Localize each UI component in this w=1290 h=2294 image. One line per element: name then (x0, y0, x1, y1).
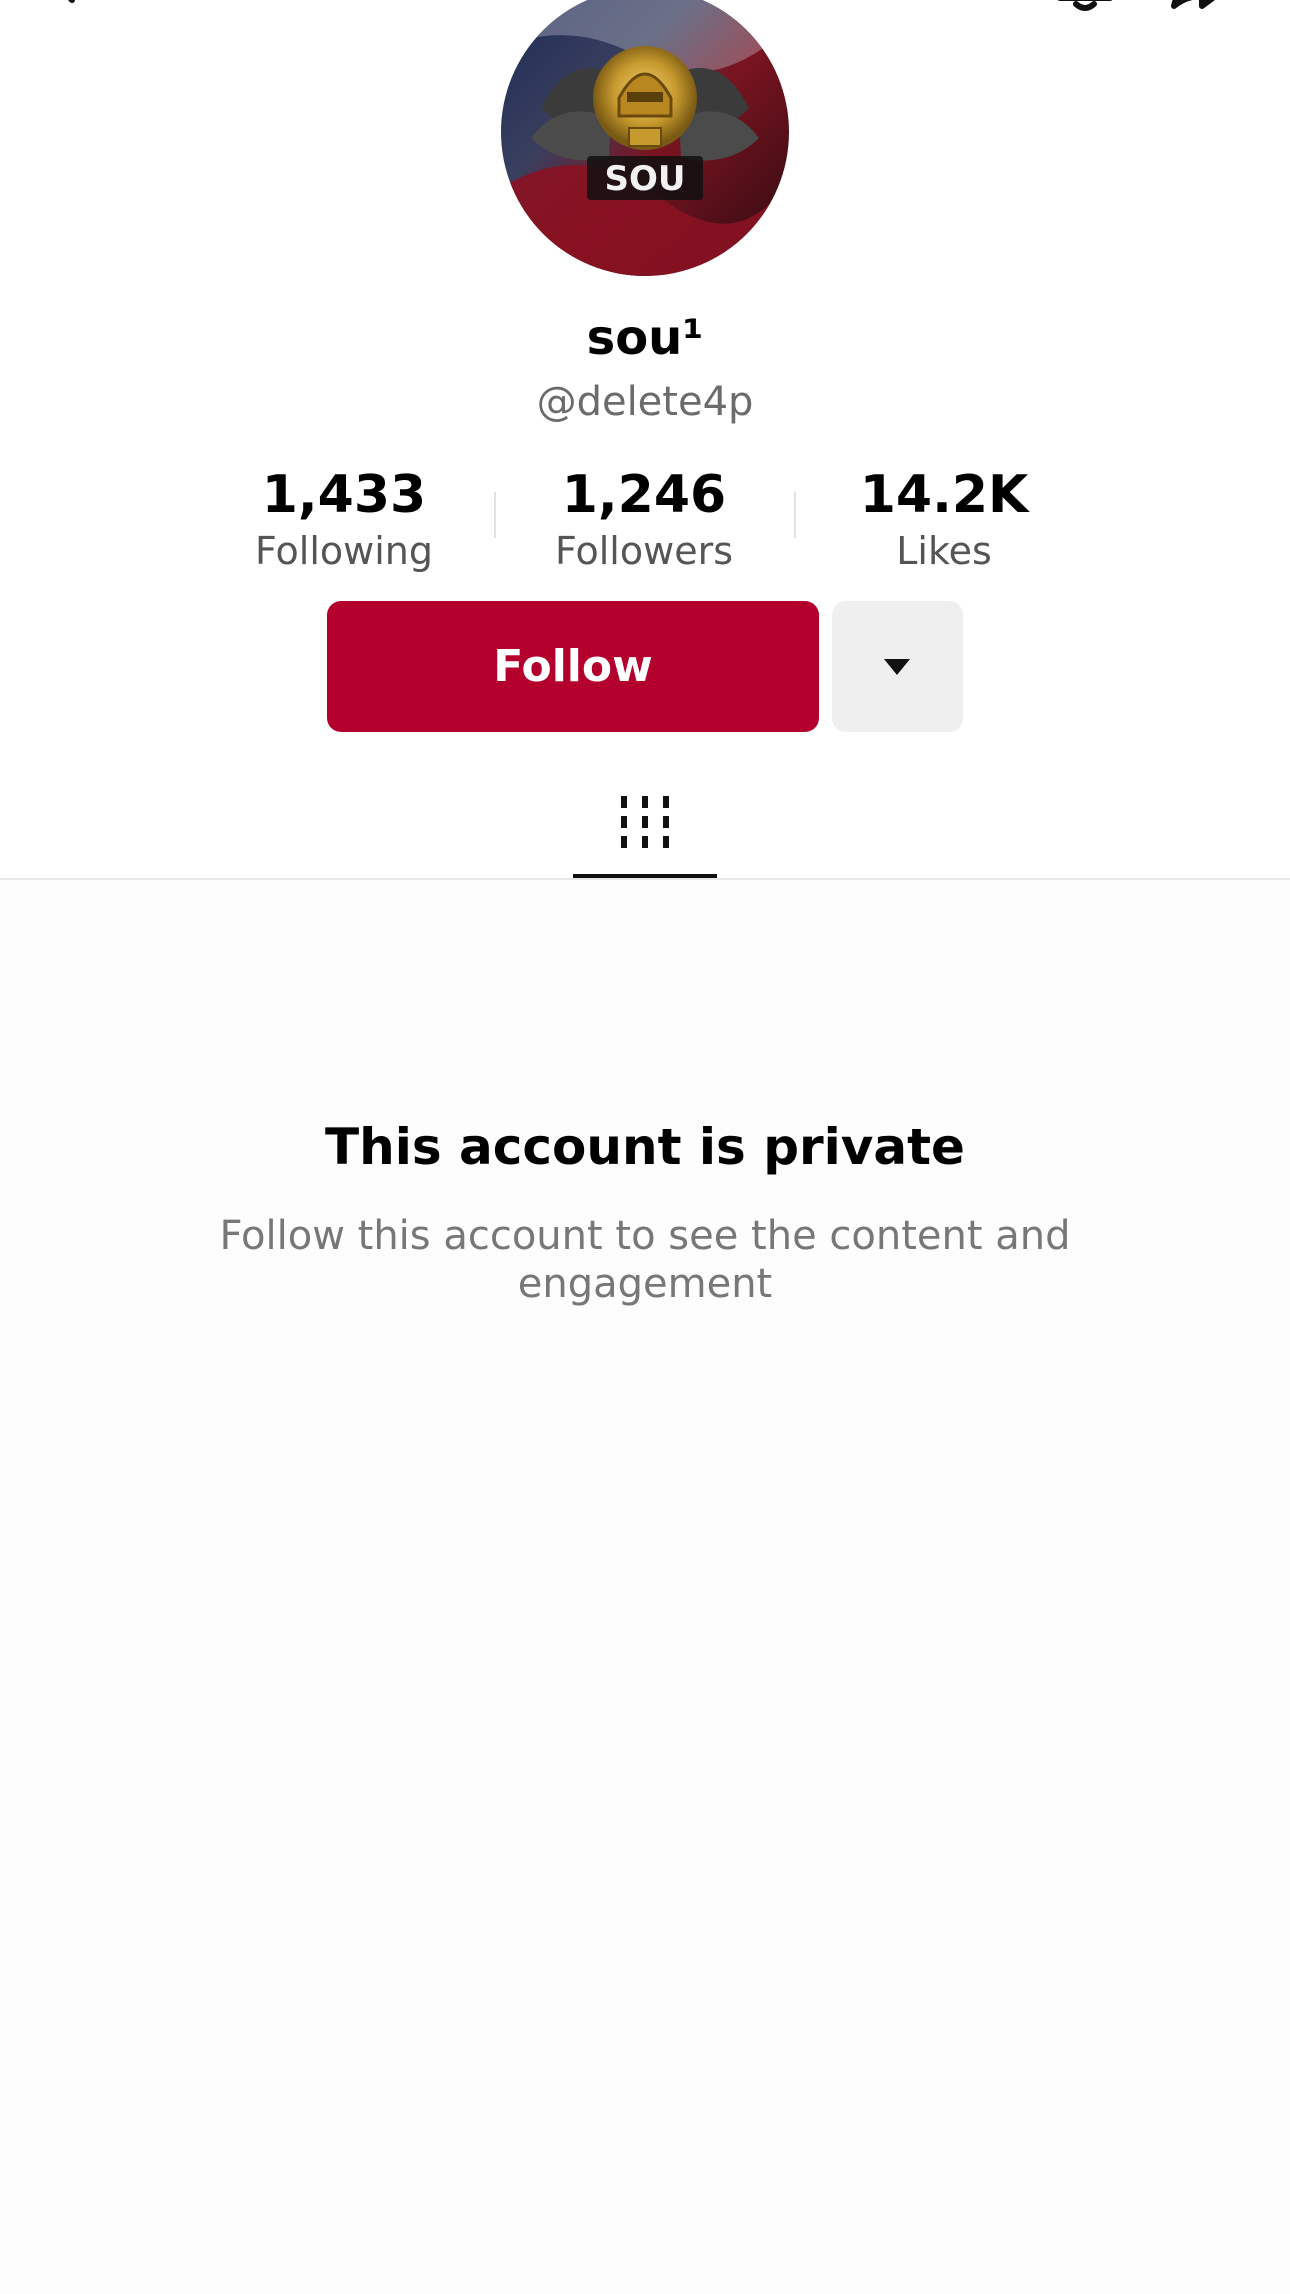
following-label: Following (255, 529, 433, 573)
private-title: This account is private (325, 1118, 965, 1176)
back-button[interactable] (44, 0, 104, 20)
likes-label: Likes (896, 529, 992, 573)
avatar[interactable]: SOU (501, 0, 789, 276)
followers-count: 1,246 (561, 465, 727, 525)
caret-down-icon (884, 659, 910, 675)
bell-icon (1057, 0, 1113, 11)
stat-followers[interactable]: 1,246 Followers (494, 462, 794, 574)
share-icon (1171, 0, 1215, 9)
more-options-button[interactable] (832, 601, 963, 732)
display-name: sou¹ (586, 310, 704, 366)
username: @delete4p (536, 379, 754, 425)
stat-likes[interactable]: 14.2K Likes (794, 462, 1094, 574)
stat-following[interactable]: 1,433 Following (194, 462, 494, 574)
avatar-image: SOU (501, 0, 789, 276)
video-grid-icon (621, 796, 669, 848)
follow-button[interactable]: Follow (327, 601, 819, 732)
notifications-button[interactable] (1050, 0, 1120, 24)
likes-count: 14.2K (859, 465, 1029, 525)
following-count: 1,433 (261, 465, 427, 525)
back-arrow-icon (67, 0, 75, 3)
followers-label: Followers (555, 529, 733, 573)
tab-divider (0, 878, 1290, 880)
svg-text:SOU: SOU (605, 159, 686, 199)
private-description: Follow this account to see the content a… (219, 1213, 1071, 1307)
share-button[interactable] (1164, 0, 1234, 24)
tab-videos[interactable] (573, 780, 717, 880)
